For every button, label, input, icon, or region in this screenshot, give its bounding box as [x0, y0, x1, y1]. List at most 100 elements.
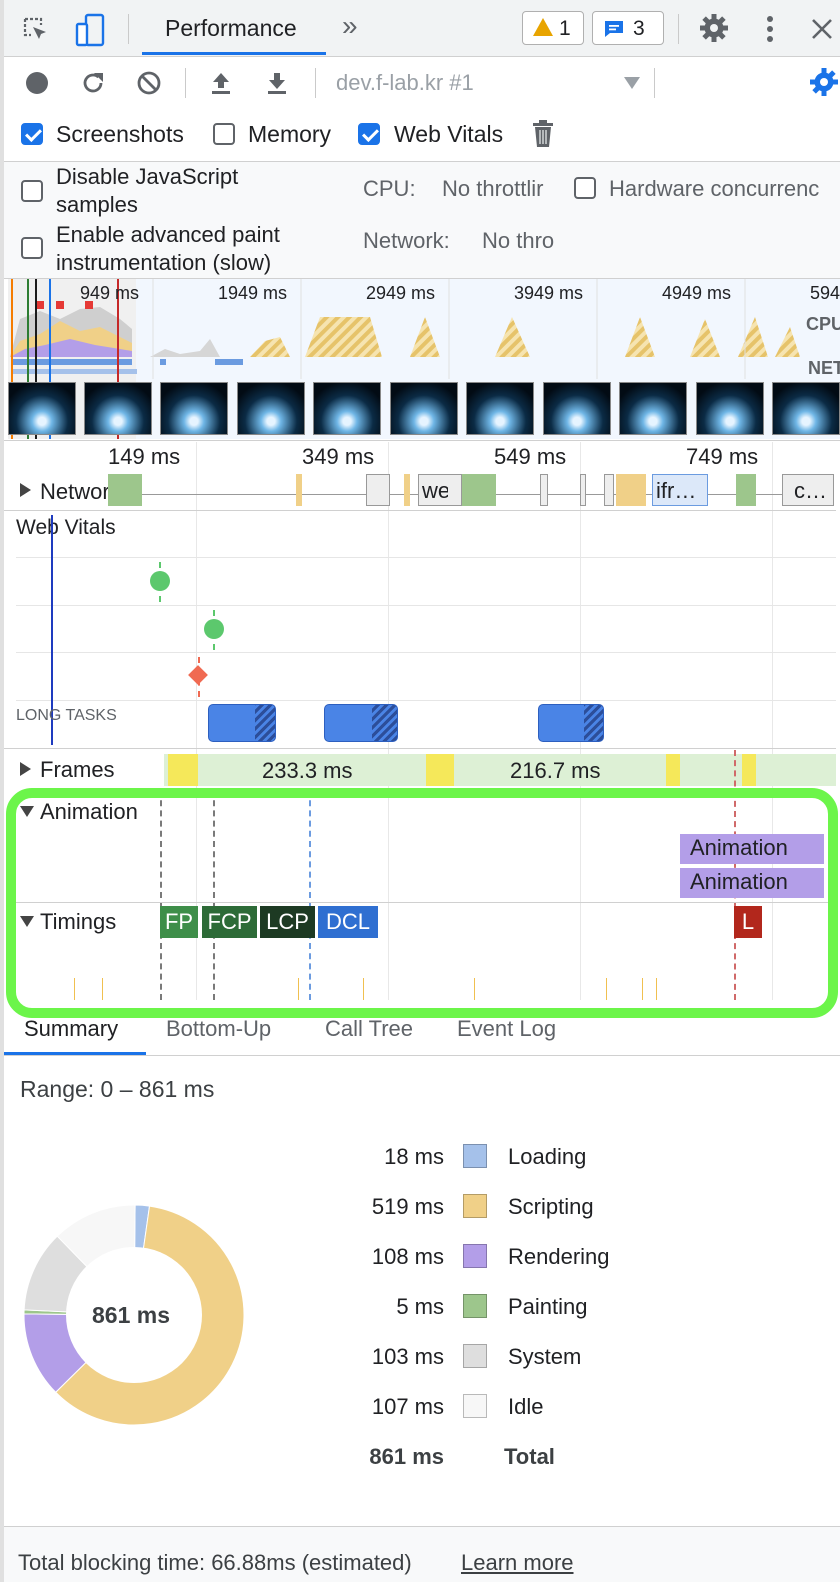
memory-checkbox[interactable]: [213, 123, 235, 145]
screenshots-checkbox[interactable]: [21, 123, 43, 145]
message-count: 3: [633, 17, 645, 40]
screenshot-thumbnail[interactable]: [313, 382, 381, 435]
network-throttling-select[interactable]: No thro: [482, 228, 554, 254]
tab-call-tree[interactable]: Call Tree: [325, 1016, 413, 1042]
screenshot-thumbnail[interactable]: [466, 382, 534, 435]
device-toolbar-icon[interactable]: [72, 12, 108, 48]
total-blocking-time: Total blocking time: 66.88ms (estimated): [18, 1550, 412, 1575]
legend-value: 519 ms: [371, 1194, 444, 1219]
net-label: NET: [808, 358, 840, 378]
screenshot-thumbnail[interactable]: [160, 382, 228, 435]
close-icon[interactable]: [808, 14, 836, 44]
tab-event-log[interactable]: Event Log: [457, 1016, 556, 1042]
screenshot-thumbnail[interactable]: [8, 382, 76, 435]
tab-summary[interactable]: Summary: [24, 1016, 118, 1042]
screenshot-thumbnail[interactable]: [543, 382, 611, 435]
hardware-concurrency-checkbox[interactable]: [574, 177, 596, 199]
frame-dropped[interactable]: [168, 754, 198, 786]
load-profile-icon[interactable]: [206, 68, 236, 98]
frame-dropped[interactable]: [426, 754, 454, 786]
memory-label: Memory: [248, 121, 332, 147]
messages-badge[interactable]: 3: [592, 11, 664, 45]
network-request-bar: [604, 474, 614, 506]
network-request-bar: [540, 474, 548, 506]
expand-triangle-icon[interactable]: [20, 762, 31, 776]
learn-more-link[interactable]: Learn more: [461, 1550, 574, 1576]
fcp-marker-icon[interactable]: [150, 571, 170, 591]
screenshot-thumbnail[interactable]: [696, 382, 764, 435]
warnings-badge[interactable]: 1: [522, 11, 584, 45]
cls-marker-icon[interactable]: [188, 665, 208, 685]
legend-swatch: [463, 1194, 487, 1218]
long-task-bar[interactable]: [538, 704, 604, 742]
legend-swatch: [463, 1344, 487, 1368]
legend-swatch: [463, 1144, 487, 1168]
screenshot-thumbnail[interactable]: [237, 382, 305, 435]
chevron-down-icon[interactable]: [624, 77, 640, 89]
clear-icon[interactable]: [134, 68, 164, 98]
legend-label: Idle: [508, 1394, 544, 1419]
divider: [0, 1055, 840, 1056]
expand-triangle-icon[interactable]: [20, 483, 31, 497]
frames-track-label[interactable]: Frames: [40, 757, 115, 783]
reload-profile-icon[interactable]: [78, 68, 108, 98]
divider: [16, 700, 836, 701]
inspect-element-icon[interactable]: [20, 14, 52, 46]
advanced-paint-checkbox[interactable]: [21, 237, 43, 259]
screenshot-thumbnail[interactable]: [84, 382, 152, 435]
tab-performance-underline: [142, 52, 326, 55]
network-request-bar: [366, 474, 390, 506]
record-icon[interactable]: [22, 68, 52, 98]
web-vitals-label: Web Vitals: [394, 121, 504, 147]
cpu-label: CPU: [806, 314, 840, 334]
highlight-box: [6, 788, 838, 1018]
recording-select[interactable]: dev.f-lab.kr #1: [336, 70, 474, 96]
hardware-concurrency-label: Hardware concurrenc: [609, 176, 820, 201]
legend-total-label: Total: [504, 1444, 555, 1469]
overview-tick: 1949 ms: [218, 283, 288, 303]
ruler-tick: 749 ms: [686, 444, 759, 469]
more-tabs-icon[interactable]: »: [342, 10, 358, 42]
disable-js-samples-checkbox[interactable]: [21, 180, 43, 202]
disable-js-samples-label-2: samples: [56, 192, 138, 217]
web-vitals-checkbox[interactable]: [358, 123, 380, 145]
overview-tick: 594: [810, 283, 840, 303]
screenshot-thumbnail[interactable]: [772, 382, 840, 435]
more-options-icon[interactable]: [758, 12, 782, 46]
legend-label: Loading: [508, 1144, 587, 1169]
frame-dropped[interactable]: [742, 754, 756, 786]
divider: [16, 557, 836, 558]
screenshot-thumbnail[interactable]: [390, 382, 458, 435]
settings-gear-icon[interactable]: [698, 12, 730, 44]
network-label: Network:: [363, 228, 450, 253]
network-request-bar: [462, 474, 496, 506]
screenshot-thumbnail[interactable]: [619, 382, 687, 435]
tab-performance[interactable]: Performance: [165, 15, 297, 42]
screenshots-label: Screenshots: [56, 121, 184, 147]
divider: [0, 510, 836, 511]
lcp-marker-icon[interactable]: [204, 619, 224, 639]
collect-garbage-icon[interactable]: [528, 118, 558, 150]
summary-range: Range: 0 – 861 ms: [20, 1076, 215, 1102]
overview-tick: 949 ms: [80, 283, 140, 303]
divider: [315, 68, 316, 98]
divider: [16, 605, 836, 606]
legend-label: Scripting: [508, 1194, 594, 1219]
long-task-bar[interactable]: [208, 704, 276, 742]
ruler-tick: 349 ms: [302, 444, 375, 469]
legend-label: Painting: [508, 1294, 588, 1319]
legend-value: 103 ms: [371, 1344, 444, 1369]
tab-bottom-up[interactable]: Bottom-Up: [166, 1016, 271, 1042]
capture-settings-gear-icon[interactable]: [808, 66, 840, 98]
advanced-paint-label-2: instrumentation (slow): [56, 250, 272, 275]
divider: [128, 14, 129, 44]
overview-tick: 3949 ms: [514, 283, 584, 303]
frame-dropped[interactable]: [666, 754, 680, 786]
cpu-throttling-select[interactable]: No throttlir: [442, 176, 554, 202]
warning-icon: [533, 18, 553, 36]
long-task-bar[interactable]: [324, 704, 398, 742]
legend-swatch: [463, 1394, 487, 1418]
legend-value: 5 ms: [396, 1294, 444, 1319]
save-profile-icon[interactable]: [262, 68, 292, 98]
divider: [185, 68, 186, 98]
